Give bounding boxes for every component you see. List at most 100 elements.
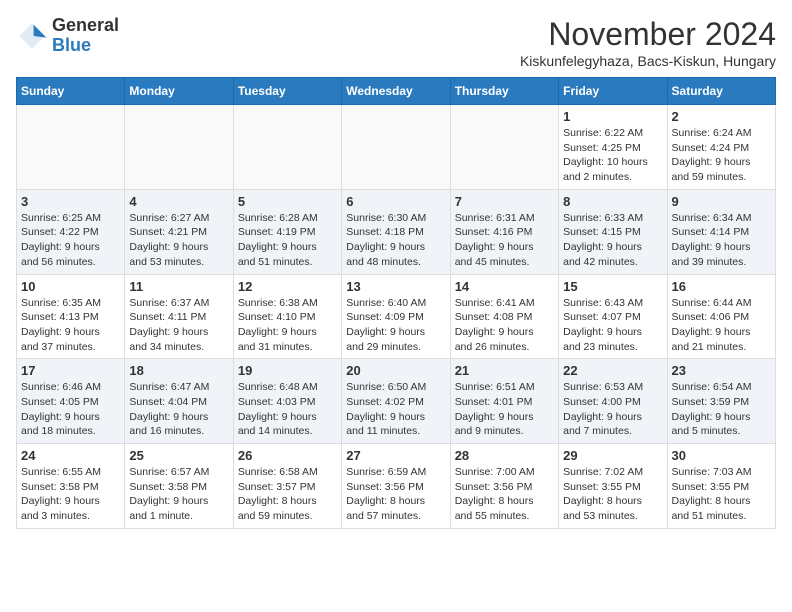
day-info: Sunrise: 6:41 AM Sunset: 4:08 PM Dayligh… bbox=[455, 296, 554, 355]
calendar-cell: 9 Sunrise: 6:34 AM Sunset: 4:14 PM Daylig… bbox=[667, 189, 775, 274]
day-info: Sunrise: 6:53 AM Sunset: 4:00 PM Dayligh… bbox=[563, 380, 662, 439]
day-number: 30 bbox=[672, 448, 771, 463]
calendar-cell: 20 Sunrise: 6:50 AM Sunset: 4:02 PM Dayli… bbox=[342, 359, 450, 444]
day-info: Sunrise: 6:38 AM Sunset: 4:10 PM Dayligh… bbox=[238, 296, 337, 355]
day-header-friday: Friday bbox=[559, 78, 667, 105]
day-number: 13 bbox=[346, 279, 445, 294]
calendar-cell: 30Sunrise: 7:03 AM Sunset: 3:55 PM Dayli… bbox=[667, 444, 775, 529]
calendar-cell: 17 Sunrise: 6:46 AM Sunset: 4:05 PM Dayli… bbox=[17, 359, 125, 444]
calendar-cell: 22Sunrise: 6:53 AM Sunset: 4:00 PM Dayli… bbox=[559, 359, 667, 444]
day-number: 16 bbox=[672, 279, 771, 294]
day-number: 1 bbox=[563, 109, 662, 124]
calendar: SundayMondayTuesdayWednesdayThursdayFrid… bbox=[16, 77, 776, 529]
day-header-tuesday: Tuesday bbox=[233, 78, 341, 105]
calendar-cell: 29Sunrise: 7:02 AM Sunset: 3:55 PM Dayli… bbox=[559, 444, 667, 529]
day-info: Sunrise: 6:31 AM Sunset: 4:16 PM Dayligh… bbox=[455, 211, 554, 270]
calendar-cell: 3Sunrise: 6:25 AM Sunset: 4:22 PM Daylig… bbox=[17, 189, 125, 274]
logo-text: General Blue bbox=[52, 16, 119, 56]
day-number: 17 bbox=[21, 363, 120, 378]
day-info: Sunrise: 6:22 AM Sunset: 4:25 PM Dayligh… bbox=[563, 126, 662, 185]
day-info: Sunrise: 6:59 AM Sunset: 3:56 PM Dayligh… bbox=[346, 465, 445, 524]
calendar-cell bbox=[342, 105, 450, 190]
calendar-cell: 27 Sunrise: 6:59 AM Sunset: 3:56 PM Dayli… bbox=[342, 444, 450, 529]
calendar-cell: 4Sunrise: 6:27 AM Sunset: 4:21 PM Daylig… bbox=[125, 189, 233, 274]
day-number: 4 bbox=[129, 194, 228, 209]
day-number: 3 bbox=[21, 194, 120, 209]
calendar-week-3: 10 Sunrise: 6:35 AM Sunset: 4:13 PM Dayli… bbox=[17, 274, 776, 359]
month-title: November 2024 bbox=[520, 16, 776, 53]
title-area: November 2024 Kiskunfelegyhaza, Bacs-Kis… bbox=[520, 16, 776, 69]
calendar-cell: 2Sunrise: 6:24 AM Sunset: 4:24 PM Daylig… bbox=[667, 105, 775, 190]
calendar-cell bbox=[125, 105, 233, 190]
day-number: 11 bbox=[129, 279, 228, 294]
day-info: Sunrise: 6:43 AM Sunset: 4:07 PM Dayligh… bbox=[563, 296, 662, 355]
day-header-thursday: Thursday bbox=[450, 78, 558, 105]
day-number: 14 bbox=[455, 279, 554, 294]
day-number: 28 bbox=[455, 448, 554, 463]
day-info: Sunrise: 6:30 AM Sunset: 4:18 PM Dayligh… bbox=[346, 211, 445, 270]
logo-icon bbox=[16, 20, 48, 52]
day-number: 5 bbox=[238, 194, 337, 209]
day-number: 26 bbox=[238, 448, 337, 463]
day-info: Sunrise: 7:02 AM Sunset: 3:55 PM Dayligh… bbox=[563, 465, 662, 524]
calendar-cell: 7 Sunrise: 6:31 AM Sunset: 4:16 PM Daylig… bbox=[450, 189, 558, 274]
calendar-cell bbox=[233, 105, 341, 190]
day-number: 2 bbox=[672, 109, 771, 124]
day-info: Sunrise: 7:00 AM Sunset: 3:56 PM Dayligh… bbox=[455, 465, 554, 524]
calendar-cell bbox=[450, 105, 558, 190]
day-number: 6 bbox=[346, 194, 445, 209]
calendar-cell: 13Sunrise: 6:40 AM Sunset: 4:09 PM Dayli… bbox=[342, 274, 450, 359]
logo: General Blue bbox=[16, 16, 119, 56]
day-header-wednesday: Wednesday bbox=[342, 78, 450, 105]
header: General Blue November 2024 Kiskunfelegyh… bbox=[16, 16, 776, 69]
day-number: 7 bbox=[455, 194, 554, 209]
day-info: Sunrise: 6:48 AM Sunset: 4:03 PM Dayligh… bbox=[238, 380, 337, 439]
day-header-saturday: Saturday bbox=[667, 78, 775, 105]
day-number: 10 bbox=[21, 279, 120, 294]
day-info: Sunrise: 6:33 AM Sunset: 4:15 PM Dayligh… bbox=[563, 211, 662, 270]
day-info: Sunrise: 6:46 AM Sunset: 4:05 PM Dayligh… bbox=[21, 380, 120, 439]
calendar-week-5: 24Sunrise: 6:55 AM Sunset: 3:58 PM Dayli… bbox=[17, 444, 776, 529]
calendar-cell: 10 Sunrise: 6:35 AM Sunset: 4:13 PM Dayli… bbox=[17, 274, 125, 359]
day-info: Sunrise: 6:34 AM Sunset: 4:14 PM Dayligh… bbox=[672, 211, 771, 270]
calendar-header-row: SundayMondayTuesdayWednesdayThursdayFrid… bbox=[17, 78, 776, 105]
calendar-week-1: 1 Sunrise: 6:22 AM Sunset: 4:25 PM Daylig… bbox=[17, 105, 776, 190]
day-info: Sunrise: 6:50 AM Sunset: 4:02 PM Dayligh… bbox=[346, 380, 445, 439]
day-number: 9 bbox=[672, 194, 771, 209]
calendar-cell: 11 Sunrise: 6:37 AM Sunset: 4:11 PM Dayli… bbox=[125, 274, 233, 359]
calendar-cell: 25Sunrise: 6:57 AM Sunset: 3:58 PM Dayli… bbox=[125, 444, 233, 529]
location-subtitle: Kiskunfelegyhaza, Bacs-Kiskun, Hungary bbox=[520, 53, 776, 69]
calendar-cell: 23Sunrise: 6:54 AM Sunset: 3:59 PM Dayli… bbox=[667, 359, 775, 444]
calendar-week-4: 17 Sunrise: 6:46 AM Sunset: 4:05 PM Dayli… bbox=[17, 359, 776, 444]
calendar-cell: 14 Sunrise: 6:41 AM Sunset: 4:08 PM Dayli… bbox=[450, 274, 558, 359]
logo-general: General bbox=[52, 15, 119, 35]
day-number: 27 bbox=[346, 448, 445, 463]
day-info: Sunrise: 6:51 AM Sunset: 4:01 PM Dayligh… bbox=[455, 380, 554, 439]
day-info: Sunrise: 6:47 AM Sunset: 4:04 PM Dayligh… bbox=[129, 380, 228, 439]
day-info: Sunrise: 6:35 AM Sunset: 4:13 PM Dayligh… bbox=[21, 296, 120, 355]
day-info: Sunrise: 6:28 AM Sunset: 4:19 PM Dayligh… bbox=[238, 211, 337, 270]
calendar-cell: 1 Sunrise: 6:22 AM Sunset: 4:25 PM Daylig… bbox=[559, 105, 667, 190]
day-info: Sunrise: 6:37 AM Sunset: 4:11 PM Dayligh… bbox=[129, 296, 228, 355]
calendar-cell: 5 Sunrise: 6:28 AM Sunset: 4:19 PM Daylig… bbox=[233, 189, 341, 274]
day-number: 15 bbox=[563, 279, 662, 294]
day-info: Sunrise: 6:58 AM Sunset: 3:57 PM Dayligh… bbox=[238, 465, 337, 524]
day-number: 12 bbox=[238, 279, 337, 294]
day-number: 21 bbox=[455, 363, 554, 378]
day-header-monday: Monday bbox=[125, 78, 233, 105]
calendar-cell bbox=[17, 105, 125, 190]
logo-blue: Blue bbox=[52, 35, 91, 55]
day-info: Sunrise: 6:44 AM Sunset: 4:06 PM Dayligh… bbox=[672, 296, 771, 355]
day-number: 23 bbox=[672, 363, 771, 378]
calendar-cell: 6 Sunrise: 6:30 AM Sunset: 4:18 PM Daylig… bbox=[342, 189, 450, 274]
day-header-sunday: Sunday bbox=[17, 78, 125, 105]
calendar-cell: 19Sunrise: 6:48 AM Sunset: 4:03 PM Dayli… bbox=[233, 359, 341, 444]
day-number: 20 bbox=[346, 363, 445, 378]
calendar-cell: 24Sunrise: 6:55 AM Sunset: 3:58 PM Dayli… bbox=[17, 444, 125, 529]
day-number: 18 bbox=[129, 363, 228, 378]
day-number: 25 bbox=[129, 448, 228, 463]
calendar-cell: 15 Sunrise: 6:43 AM Sunset: 4:07 PM Dayli… bbox=[559, 274, 667, 359]
day-info: Sunrise: 6:55 AM Sunset: 3:58 PM Dayligh… bbox=[21, 465, 120, 524]
calendar-cell: 26 Sunrise: 6:58 AM Sunset: 3:57 PM Dayli… bbox=[233, 444, 341, 529]
calendar-cell: 18 Sunrise: 6:47 AM Sunset: 4:04 PM Dayli… bbox=[125, 359, 233, 444]
